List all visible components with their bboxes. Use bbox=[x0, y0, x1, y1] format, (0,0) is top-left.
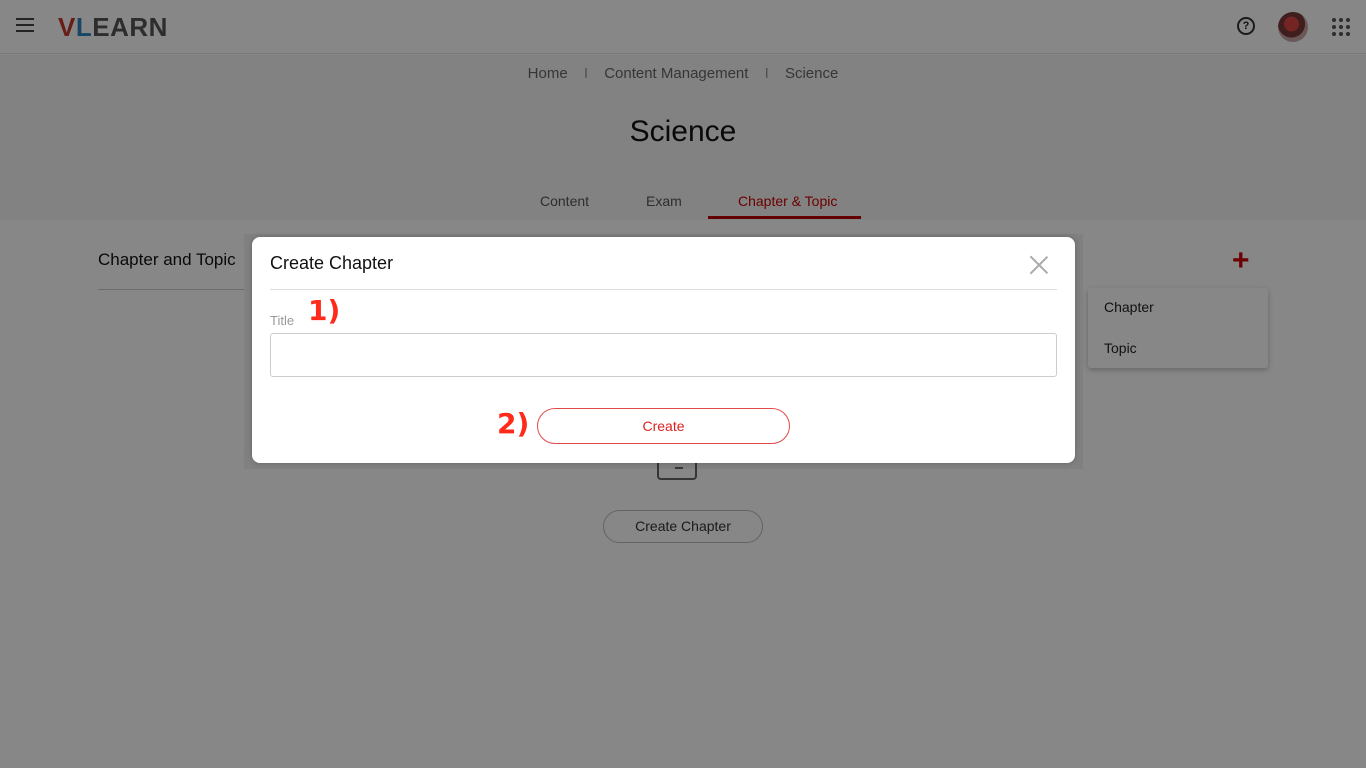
create-button[interactable]: Create bbox=[537, 408, 790, 444]
annotation-step-1: 1) bbox=[308, 294, 341, 327]
title-field-label: Title bbox=[270, 313, 295, 328]
modal-title: Create Chapter bbox=[270, 253, 394, 273]
annotation-step-2: 2) bbox=[497, 407, 530, 440]
create-chapter-modal: Create Chapter Title 1) 2) Create bbox=[252, 237, 1075, 463]
title-input[interactable] bbox=[270, 333, 1057, 377]
modal-divider bbox=[270, 289, 1057, 290]
close-icon[interactable] bbox=[1028, 253, 1050, 275]
